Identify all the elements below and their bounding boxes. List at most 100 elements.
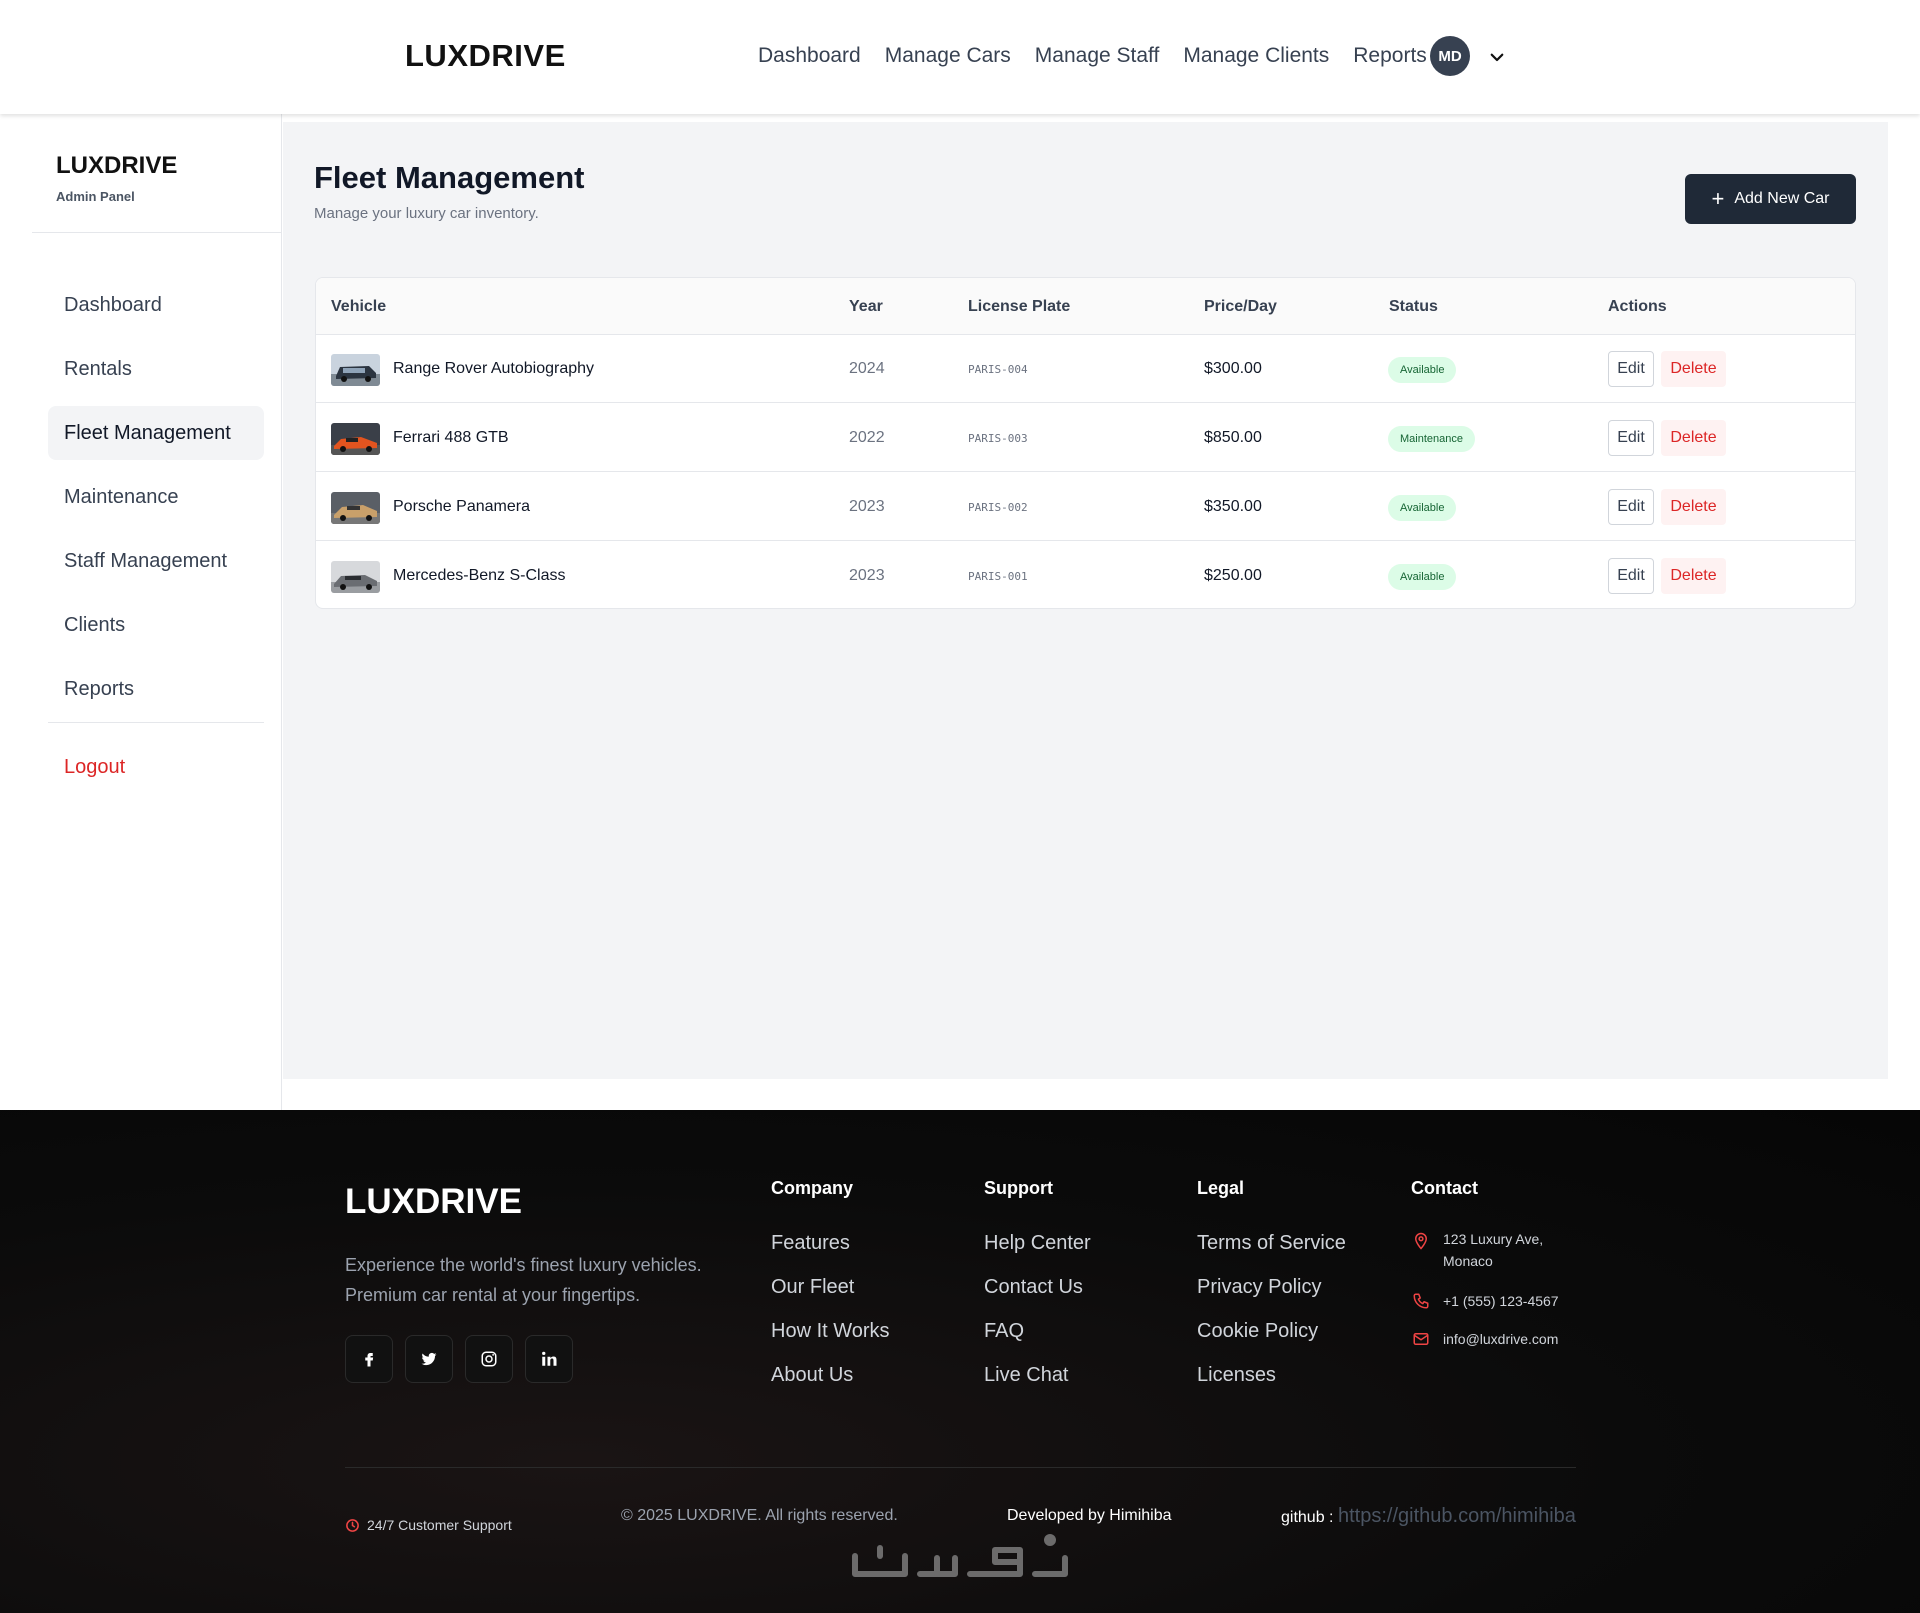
nav-reports[interactable]: Reports <box>1353 44 1427 68</box>
table-row: Range Rover Autobiography 2024 PARIS-004… <box>316 335 1855 403</box>
sidebar-item-maintenance[interactable]: Maintenance <box>48 470 264 524</box>
footer-link-contact-us[interactable]: Contact Us <box>984 1276 1083 1299</box>
vehicle-name: Porsche Panamera <box>393 498 530 515</box>
contact-address-line2: Monaco <box>1443 1253 1493 1269</box>
add-new-car-button[interactable]: + Add New Car <box>1685 174 1856 224</box>
fleet-table: Vehicle Year License Plate Price/Day Sta… <box>315 277 1856 609</box>
status-badge: Maintenance <box>1388 426 1475 452</box>
edit-button[interactable]: Edit <box>1608 420 1654 456</box>
table-header: Vehicle Year License Plate Price/Day Sta… <box>316 278 1855 335</box>
footer-link-how-it-works[interactable]: How It Works <box>771 1320 890 1343</box>
sidebar-divider <box>48 722 264 723</box>
sidebar-subtitle: Admin Panel <box>56 189 135 204</box>
license-plate: PARIS-003 <box>968 432 1028 445</box>
sidebar-item-staff-management[interactable]: Staff Management <box>48 534 264 588</box>
footer-link-help-center[interactable]: Help Center <box>984 1232 1091 1255</box>
twitter-icon[interactable] <box>405 1335 453 1383</box>
vehicle-name: Mercedes-Benz S-Class <box>393 567 566 584</box>
copyright: © 2025 LUXDRIVE. All rights reserved. <box>621 1507 898 1524</box>
license-plate: PARIS-002 <box>968 501 1028 514</box>
sidebar-item-rentals[interactable]: Rentals <box>48 342 264 396</box>
edit-button[interactable]: Edit <box>1608 489 1654 525</box>
facebook-icon[interactable] <box>345 1335 393 1383</box>
delete-button[interactable]: Delete <box>1661 420 1726 456</box>
vehicle-year: 2024 <box>849 360 885 377</box>
page-title: Fleet Management <box>314 160 585 195</box>
status-badge: Available <box>1388 357 1457 383</box>
github-label: github : <box>1281 1509 1334 1526</box>
github-link[interactable]: https://github.com/himihiba <box>1338 1505 1576 1528</box>
footer-link-licenses[interactable]: Licenses <box>1197 1364 1276 1387</box>
footer-brand[interactable]: LUXDRIVE <box>345 1182 522 1222</box>
footer-divider <box>345 1467 1576 1468</box>
support-badge: 24/7 Customer Support <box>367 1517 512 1533</box>
price-per-day: $250.00 <box>1204 567 1262 584</box>
edit-button[interactable]: Edit <box>1608 558 1654 594</box>
clock-icon <box>346 1519 359 1532</box>
watermark-logo <box>852 1534 1068 1577</box>
price-per-day: $300.00 <box>1204 360 1262 377</box>
footer-contact-title: Contact <box>1411 1178 1478 1198</box>
delete-button[interactable]: Delete <box>1661 351 1726 387</box>
vehicle-year: 2023 <box>849 498 885 515</box>
contact-phone[interactable]: +1 (555) 123-4567 <box>1443 1290 1559 1312</box>
license-plate: PARIS-004 <box>968 363 1028 376</box>
chevron-down-icon[interactable] <box>1488 48 1506 66</box>
nav-manage-clients[interactable]: Manage Clients <box>1183 44 1329 68</box>
mail-icon <box>1413 1333 1429 1345</box>
sidebar-brand: LUXDRIVE <box>56 152 178 179</box>
column-header-year: Year <box>849 298 883 315</box>
add-new-car-label: Add New Car <box>1734 190 1830 207</box>
developed-by: Developed by Himihiba <box>1007 1507 1172 1524</box>
sidebar-item-fleet-management[interactable]: Fleet Management <box>48 406 264 460</box>
vehicle-name: Ferrari 488 GTB <box>393 429 509 446</box>
nav-dashboard[interactable]: Dashboard <box>758 44 861 68</box>
top-nav: Dashboard Manage Cars Manage Staff Manag… <box>758 44 1427 68</box>
car-thumbnail <box>331 561 380 593</box>
sidebar-item-dashboard[interactable]: Dashboard <box>48 278 264 332</box>
nav-manage-cars[interactable]: Manage Cars <box>885 44 1011 68</box>
footer-link-privacy[interactable]: Privacy Policy <box>1197 1276 1321 1299</box>
nav-manage-staff[interactable]: Manage Staff <box>1035 44 1160 68</box>
sidebar-item-reports[interactable]: Reports <box>48 662 264 716</box>
car-thumbnail <box>331 354 380 386</box>
instagram-icon[interactable] <box>465 1335 513 1383</box>
footer-link-terms[interactable]: Terms of Service <box>1197 1232 1346 1255</box>
footer-link-features[interactable]: Features <box>771 1232 850 1255</box>
car-thumbnail <box>331 423 380 455</box>
sidebar: LUXDRIVE Admin Panel Dashboard Rentals F… <box>0 114 282 1110</box>
delete-button[interactable]: Delete <box>1661 558 1726 594</box>
phone-icon <box>1413 1293 1429 1309</box>
contact-email[interactable]: info@luxdrive.com <box>1443 1328 1558 1350</box>
main-content: Fleet Management Manage your luxury car … <box>283 122 1888 1079</box>
footer-company-title: Company <box>771 1178 854 1198</box>
footer-support-title: Support <box>984 1178 1053 1198</box>
price-per-day: $350.00 <box>1204 498 1262 515</box>
linkedin-icon[interactable] <box>525 1335 573 1383</box>
column-header-actions: Actions <box>1608 298 1667 315</box>
footer-link-faq[interactable]: FAQ <box>984 1320 1024 1343</box>
footer-link-live-chat[interactable]: Live Chat <box>984 1364 1069 1387</box>
brand-logo[interactable]: LUXDRIVE <box>405 38 566 74</box>
location-pin-icon <box>1414 1232 1428 1250</box>
table-row: Porsche Panamera 2023 PARIS-002 $350.00 … <box>316 473 1855 541</box>
delete-button[interactable]: Delete <box>1661 489 1726 525</box>
column-header-license-plate: License Plate <box>968 298 1071 315</box>
footer-link-cookie[interactable]: Cookie Policy <box>1197 1320 1318 1343</box>
vehicle-name: Range Rover Autobiography <box>393 360 595 377</box>
sidebar-item-clients[interactable]: Clients <box>48 598 264 652</box>
plus-icon: + <box>1711 186 1725 211</box>
logout-button[interactable]: Logout <box>48 740 264 794</box>
car-thumbnail <box>331 492 380 524</box>
sidebar-divider <box>32 232 282 233</box>
footer-link-our-fleet[interactable]: Our Fleet <box>771 1276 854 1299</box>
footer-legal-title: Legal <box>1197 1178 1245 1198</box>
avatar[interactable]: MD <box>1430 36 1470 76</box>
top-navbar: LUXDRIVE Dashboard Manage Cars Manage St… <box>0 0 1920 114</box>
table-row: Mercedes-Benz S-Class 2023 PARIS-001 $25… <box>316 542 1855 608</box>
contact-address-line1: 123 Luxury Ave, <box>1443 1231 1544 1247</box>
column-header-price: Price/Day <box>1204 298 1277 315</box>
edit-button[interactable]: Edit <box>1608 351 1654 387</box>
page-subtitle: Manage your luxury car inventory. <box>314 205 539 222</box>
footer-link-about-us[interactable]: About Us <box>771 1364 853 1387</box>
